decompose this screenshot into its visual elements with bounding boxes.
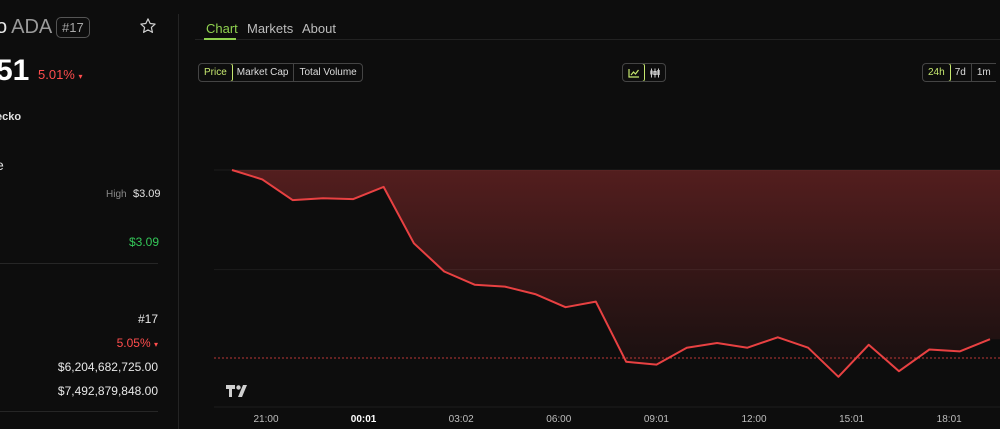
stat-market-cap: $6,204,682,725.00 [57, 360, 158, 374]
tab-chart[interactable]: Chart [206, 21, 238, 36]
x-tick-label: 06:00 [546, 414, 571, 425]
caret-down-icon: ▾ [78, 72, 83, 81]
tabs-divider [195, 39, 1000, 40]
x-tick-label: 15:01 [839, 414, 864, 425]
current-price: 51 [0, 54, 30, 87]
x-tick-label: 12:00 [741, 414, 766, 425]
x-tick-label: 18:01 [937, 414, 962, 425]
metric-toggle: Price Market Cap Total Volume [198, 63, 363, 82]
price-button[interactable]: Price [198, 64, 233, 81]
divider [0, 411, 158, 412]
candlestick-icon [649, 68, 660, 77]
line-chart-icon [627, 68, 639, 78]
range-1m-button[interactable]: 1m [972, 64, 996, 81]
tab-about[interactable]: About [302, 21, 336, 36]
tradingview-logo [226, 384, 252, 403]
x-tick-label: 03:02 [449, 414, 474, 425]
x-tick-label: 09:01 [644, 414, 669, 425]
star-icon[interactable] [139, 17, 157, 35]
active-tab-indicator [204, 38, 236, 40]
divider [0, 263, 158, 264]
time-range-toggle: 24h 7d 1m [922, 63, 996, 82]
caret-down-icon: ▾ [153, 340, 158, 349]
price-change-value: 5.01% [38, 67, 75, 82]
x-tick-label: 00:01 [351, 414, 377, 425]
coin-name: o ADA [0, 16, 52, 39]
chart-type-toggle [622, 63, 666, 82]
stat-change-value: 5.05% [116, 336, 151, 350]
price-chart[interactable]: 21:00 00:01 03:02 06:00 09:01 12:00 15:01 18:01 [200, 90, 1000, 429]
range-7d-button[interactable]: 7d [950, 64, 972, 81]
x-tick-label: 21:00 [253, 414, 278, 425]
rank-badge: #17 [56, 17, 90, 38]
high-label: High [106, 189, 127, 200]
total-volume-button[interactable]: Total Volume [294, 64, 361, 81]
line-chart-button[interactable] [623, 64, 645, 81]
tab-markets[interactable]: Markets [247, 21, 293, 36]
candlestick-button[interactable] [644, 64, 665, 81]
market-cap-button[interactable]: Market Cap [232, 64, 295, 81]
price-area-fill [232, 170, 1000, 377]
low-value: $3.09 [129, 235, 160, 249]
stat-change: 5.05% ▾ [117, 336, 158, 350]
gecko-label: ecko [0, 111, 22, 123]
range-24h-button[interactable]: 24h [922, 64, 951, 81]
panel-separator [178, 14, 179, 429]
price-change-badge: 5.01% ▾ [38, 67, 83, 82]
coin-symbol: ADA [11, 16, 53, 38]
stat-rank: #17 [137, 312, 158, 326]
text-fragment: e [0, 157, 4, 173]
stat-volume: $7,492,879,848.00 [57, 384, 158, 398]
high-value: $3.09 [133, 188, 161, 200]
coin-name-fragment: o [0, 16, 8, 38]
